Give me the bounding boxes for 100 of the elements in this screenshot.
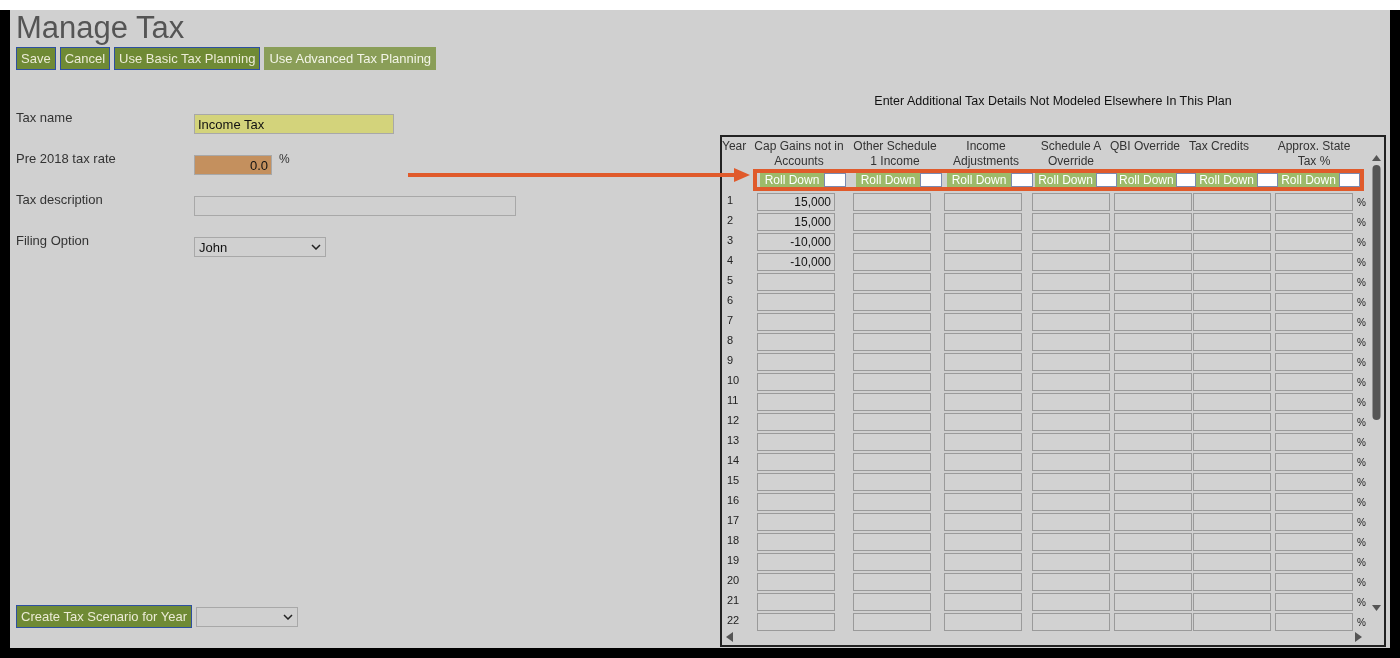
input-cell[interactable] [853, 213, 931, 231]
input-cell[interactable] [1193, 393, 1271, 411]
number-field[interactable]: 0.0 [194, 155, 272, 175]
horizontal-scrollbar[interactable] [724, 631, 1364, 643]
roll-down-button[interactable]: Roll Down [856, 173, 920, 187]
input-cell[interactable] [944, 473, 1022, 491]
input-cell[interactable] [1032, 233, 1110, 251]
input-cell[interactable] [1275, 493, 1353, 511]
input-cell[interactable] [944, 193, 1022, 211]
input-cell[interactable]: 15,000 [757, 193, 835, 211]
toolbar-button[interactable]: Use Basic Tax Planning [114, 47, 261, 70]
input-cell[interactable] [1114, 453, 1192, 471]
input-cell[interactable] [1193, 413, 1271, 431]
input-cell[interactable] [1275, 433, 1353, 451]
input-cell[interactable] [853, 613, 931, 631]
input-cell[interactable] [944, 433, 1022, 451]
input-cell[interactable] [1275, 513, 1353, 531]
input-cell[interactable] [944, 513, 1022, 531]
input-cell[interactable] [1193, 313, 1271, 331]
input-cell[interactable] [1032, 473, 1110, 491]
input-cell[interactable] [853, 373, 931, 391]
input-cell[interactable] [853, 473, 931, 491]
input-cell[interactable] [1114, 233, 1192, 251]
toolbar-button[interactable]: Cancel [59, 47, 111, 70]
input-cell[interactable] [757, 613, 835, 631]
input-cell[interactable] [1275, 473, 1353, 491]
input-cell[interactable] [757, 473, 835, 491]
roll-input[interactable] [824, 173, 846, 187]
input-cell[interactable] [1193, 233, 1271, 251]
input-cell[interactable] [1114, 313, 1192, 331]
input-cell[interactable] [1114, 533, 1192, 551]
input-cell[interactable] [1032, 213, 1110, 231]
input-cell[interactable] [1275, 193, 1353, 211]
input-cell[interactable] [853, 293, 931, 311]
input-cell[interactable] [1032, 573, 1110, 591]
input-cell[interactable] [853, 333, 931, 351]
input-cell[interactable] [944, 493, 1022, 511]
input-cell[interactable] [1114, 513, 1192, 531]
input-cell[interactable] [853, 353, 931, 371]
input-cell[interactable] [1193, 493, 1271, 511]
roll-down-button[interactable]: Roll Down [1196, 173, 1257, 187]
input-cell[interactable] [1193, 333, 1271, 351]
input-cell[interactable] [853, 273, 931, 291]
input-cell[interactable] [1193, 373, 1271, 391]
input-cell[interactable] [944, 313, 1022, 331]
input-cell[interactable] [853, 513, 931, 531]
input-cell[interactable] [757, 433, 835, 451]
input-cell[interactable]: 15,000 [757, 213, 835, 231]
roll-down-button[interactable]: Roll Down [760, 173, 824, 187]
roll-input[interactable] [1011, 173, 1033, 187]
input-cell[interactable] [1032, 393, 1110, 411]
input-cell[interactable] [757, 573, 835, 591]
input-cell[interactable] [1114, 613, 1192, 631]
input-cell[interactable] [1032, 353, 1110, 371]
input-cell[interactable] [1032, 513, 1110, 531]
input-cell[interactable] [757, 393, 835, 411]
input-cell[interactable] [1114, 553, 1192, 571]
input-cell[interactable] [853, 593, 931, 611]
input-cell[interactable] [853, 553, 931, 571]
input-cell[interactable] [853, 393, 931, 411]
input-cell[interactable] [1275, 313, 1353, 331]
input-cell[interactable] [1193, 613, 1271, 631]
input-cell[interactable] [757, 493, 835, 511]
input-cell[interactable] [944, 533, 1022, 551]
input-cell[interactable] [1114, 573, 1192, 591]
input-cell[interactable] [853, 533, 931, 551]
input-cell[interactable] [1193, 213, 1271, 231]
input-cell[interactable] [1193, 553, 1271, 571]
input-cell[interactable] [1193, 273, 1271, 291]
input-cell[interactable] [1193, 513, 1271, 531]
input-cell[interactable] [1114, 253, 1192, 271]
input-cell[interactable] [1032, 313, 1110, 331]
input-cell[interactable] [944, 553, 1022, 571]
input-cell[interactable] [944, 613, 1022, 631]
input-cell[interactable] [853, 233, 931, 251]
roll-input[interactable] [1256, 173, 1278, 187]
input-cell[interactable] [757, 333, 835, 351]
input-cell[interactable] [1193, 253, 1271, 271]
input-cell[interactable] [757, 533, 835, 551]
input-cell[interactable]: -10,000 [757, 233, 835, 251]
dropdown[interactable]: John [194, 237, 326, 257]
toolbar-button[interactable]: Save [16, 47, 56, 70]
input-cell[interactable] [757, 413, 835, 431]
input-cell[interactable] [944, 273, 1022, 291]
input-cell[interactable] [1114, 593, 1192, 611]
roll-down-button[interactable]: Roll Down [947, 173, 1011, 187]
input-cell[interactable] [1275, 373, 1353, 391]
input-cell[interactable] [1114, 493, 1192, 511]
input-cell[interactable] [853, 253, 931, 271]
input-cell[interactable] [944, 373, 1022, 391]
input-cell[interactable] [1032, 593, 1110, 611]
input-cell[interactable] [1275, 293, 1353, 311]
input-cell[interactable] [1275, 593, 1353, 611]
input-cell[interactable] [1114, 473, 1192, 491]
input-cell[interactable] [1275, 233, 1353, 251]
roll-down-button[interactable]: Roll Down [1278, 173, 1339, 187]
input-cell[interactable] [757, 273, 835, 291]
input-cell[interactable] [944, 253, 1022, 271]
input-cell[interactable] [1193, 433, 1271, 451]
input-cell[interactable] [757, 293, 835, 311]
